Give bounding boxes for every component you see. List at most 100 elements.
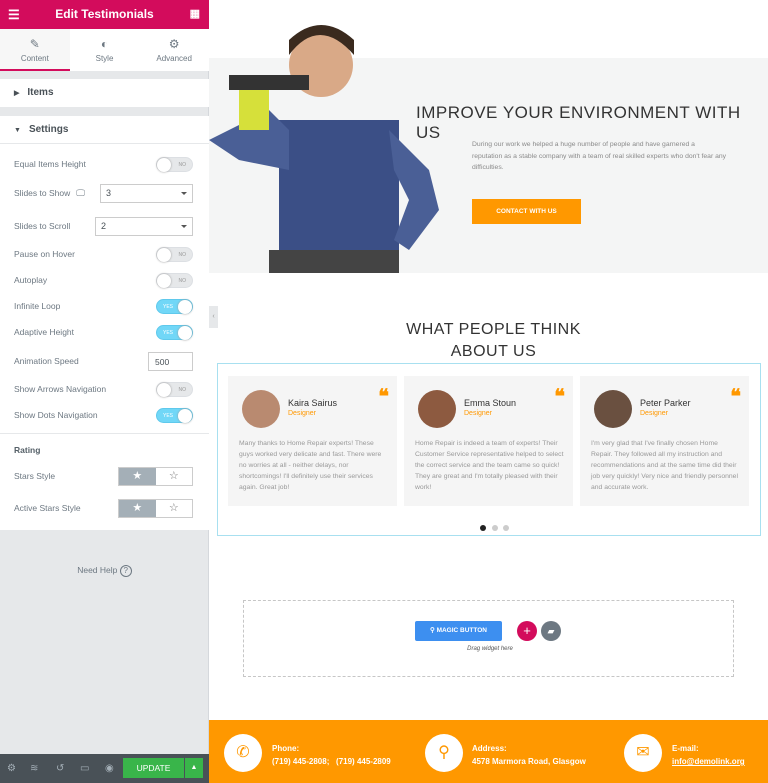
star-solid-icon[interactable]: ★ — [119, 467, 156, 485]
history-icon[interactable]: ↺ — [56, 763, 64, 774]
toggle-text: YES — [163, 303, 174, 310]
phone-icon: ✆ — [224, 734, 262, 772]
testimonial-role: Designer — [464, 410, 493, 417]
update-options-caret-icon[interactable]: ▲ — [185, 758, 203, 778]
slides-to-show-select[interactable]: 3 — [100, 183, 193, 203]
slides-to-scroll-select[interactable]: 2 — [95, 216, 193, 236]
label: Show Dots Navigation — [14, 410, 98, 420]
testimonial-card: Emma Stoun Designer ❝ Home Repair is ind… — [404, 376, 573, 506]
label: Show Arrows Navigation — [14, 384, 107, 394]
update-button[interactable]: UPDATE — [123, 758, 184, 778]
map-pin-icon: ⚲ — [425, 734, 463, 772]
editor-panel: ☰ Edit Testimonials ▦ ✎ Content ◐ Style ⚙ A… — [0, 0, 209, 783]
tab-advanced[interactable]: ⚙ Advanced — [139, 29, 209, 71]
panel-title: Edit Testimonials — [55, 7, 154, 21]
label: Pause on Hover — [14, 249, 75, 259]
quote-icon: ❝ — [554, 384, 565, 408]
tab-style[interactable]: ◐ Style — [70, 29, 140, 71]
label: Autoplay — [14, 275, 48, 285]
testimonial-name: Emma Stoun — [464, 398, 517, 408]
avatar — [594, 390, 632, 428]
panel-header: ☰ Edit Testimonials ▦ — [0, 0, 209, 29]
contact-button[interactable]: CONTACT WITH US — [472, 199, 581, 224]
stars-style-choice: ★ ☆ — [118, 466, 193, 486]
layers-icon[interactable]: ≋ — [30, 763, 38, 774]
label: Slides to Show — [14, 188, 71, 198]
settings-icon[interactable]: ⚙ — [7, 763, 16, 774]
toggle-text: YES — [163, 412, 174, 419]
grid-icon[interactable]: ▦ — [190, 0, 200, 29]
caret-down-icon: ▼ — [14, 127, 21, 134]
autoplay-row: Autoplay NO — [0, 267, 209, 293]
autoplay-toggle[interactable]: NO — [156, 272, 193, 288]
star-solid-icon[interactable]: ★ — [119, 499, 156, 517]
magic-button[interactable]: ⚲ MAGIC BUTTON — [415, 621, 502, 641]
value: (719) 445-2808; (719) 445-2809 — [272, 757, 391, 766]
testimonial-name: Peter Parker — [640, 398, 691, 408]
pause-on-hover-toggle[interactable]: NO — [156, 246, 193, 262]
preview-eye-icon[interactable]: ◉ — [105, 763, 114, 774]
label: Stars Style — [14, 471, 56, 481]
equal-items-height-row: Equal Items Height NO — [0, 151, 209, 177]
label: Slides to Scroll — [14, 221, 71, 231]
equal-items-height-toggle[interactable]: NO — [156, 156, 193, 172]
toggle-text: NO — [178, 277, 187, 284]
star-outline-icon[interactable]: ☆ — [156, 500, 193, 517]
stars-style-row: Stars Style ★ ☆ — [0, 463, 209, 489]
value: 4578 Marmora Road, Glasgow — [472, 757, 586, 766]
animation-speed-input[interactable]: 500 — [148, 351, 193, 371]
adaptive-height-row: Adaptive Height YES — [0, 319, 209, 345]
section-items[interactable]: ▶ Items — [0, 79, 209, 107]
avatar — [242, 390, 280, 428]
title-line: WHAT PEOPLE THINK — [406, 321, 581, 338]
template-folder-icon[interactable]: ▰ — [541, 621, 561, 641]
toggle-text: YES — [163, 329, 174, 336]
carousel-dot-2[interactable] — [492, 525, 498, 531]
label: E-mail: — [672, 744, 699, 753]
show-dots-toggle[interactable]: YES — [156, 407, 193, 423]
collapse-panel-handle[interactable]: ‹ — [209, 306, 218, 328]
contrast-icon: ◐ — [100, 37, 109, 51]
section-label: Items — [27, 87, 54, 98]
active-stars-style-row: Active Stars Style ★ ☆ — [0, 495, 209, 521]
email-link[interactable]: info@demolink.org — [672, 755, 745, 768]
carousel-dot-1[interactable] — [480, 525, 486, 531]
testimonial-name: Kaira Sairus — [288, 398, 338, 408]
hero-title: IMPROVE YOUR ENVIRONMENT WITH US — [416, 103, 741, 142]
desktop-icon[interactable]: 🖵 — [76, 188, 85, 199]
testimonial-role: Designer — [640, 410, 669, 417]
slides-to-show-row: Slides to Show 🖵 3 — [0, 180, 209, 206]
address-info: Address: 4578 Marmora Road, Glasgow — [472, 742, 586, 768]
pencil-icon: ✎ — [29, 37, 40, 51]
panel-tabs: ✎ Content ◐ Style ⚙ Advanced — [0, 29, 209, 71]
label: Address: — [472, 744, 507, 753]
testimonial-card: Peter Parker Designer ❝ I'm very glad th… — [580, 376, 749, 506]
carousel-dot-3[interactable] — [503, 525, 509, 531]
label: MAGIC BUTTON — [436, 627, 487, 634]
add-section-plus-icon[interactable]: + — [517, 621, 537, 641]
label: Equal Items Height — [14, 159, 86, 169]
adaptive-height-toggle[interactable]: YES — [156, 324, 193, 340]
star-outline-icon[interactable]: ☆ — [156, 468, 193, 485]
hero-text: During our work we helped a huge number … — [472, 141, 727, 171]
show-arrows-toggle[interactable]: NO — [156, 381, 193, 397]
tab-content[interactable]: ✎ Content — [0, 29, 70, 71]
divider — [0, 433, 209, 434]
infinite-loop-toggle[interactable]: YES — [156, 298, 193, 314]
toggle-text: NO — [178, 251, 187, 258]
section-label: Settings — [28, 124, 69, 135]
label: Adaptive Height — [14, 327, 75, 337]
section-settings[interactable]: ▼ Settings — [0, 116, 209, 144]
need-help-link[interactable]: Need Help ? — [0, 565, 209, 577]
responsive-icon[interactable]: ▭ — [80, 763, 89, 774]
label: Need Help — [77, 565, 118, 575]
toggle-text: NO — [178, 161, 187, 168]
wand-icon: ⚲ — [429, 627, 437, 634]
phone-info: Phone: (719) 445-2808; (719) 445-2809 — [272, 742, 391, 768]
testimonial-role: Designer — [288, 410, 317, 417]
testimonial-card: Kaira Sairus Designer ❝ Many thanks to H… — [228, 376, 397, 506]
title-line: ABOUT US — [450, 343, 537, 360]
email-info: E-mail: info@demolink.org — [672, 742, 745, 768]
hamburger-menu-icon[interactable]: ☰ — [8, 0, 20, 29]
pause-on-hover-row: Pause on Hover NO — [0, 241, 209, 267]
